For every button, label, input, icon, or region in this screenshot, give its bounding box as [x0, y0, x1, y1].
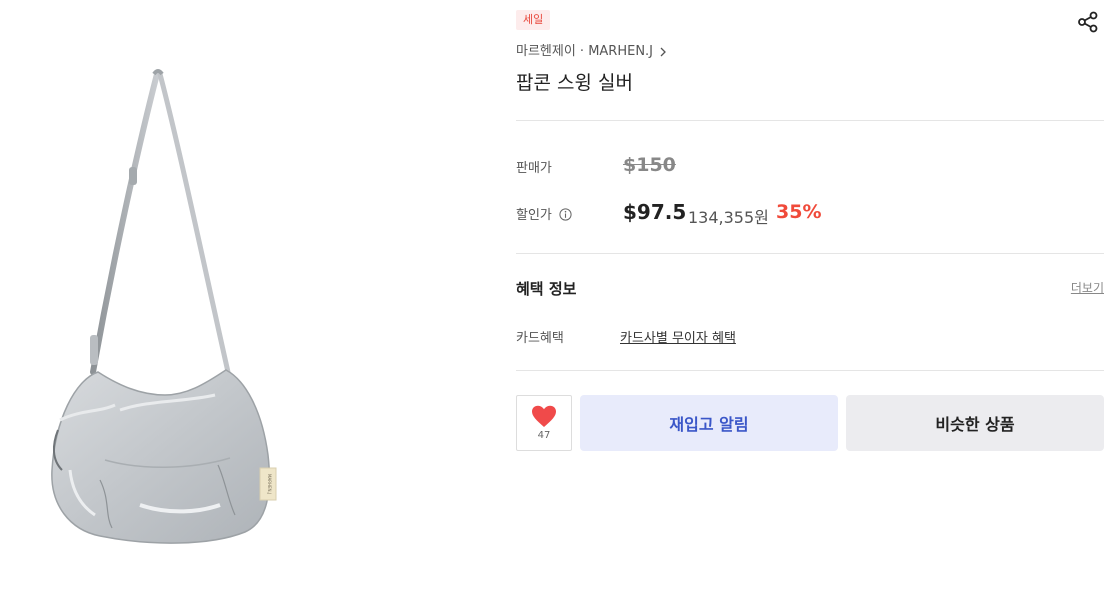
original-price-label: 판매가 [516, 161, 552, 176]
benefit-title: 혜택 정보 [516, 280, 577, 298]
sale-badge: 세일 [516, 10, 551, 30]
original-price: $150 [623, 154, 676, 176]
heart-icon [532, 405, 556, 427]
divider [516, 253, 1104, 254]
sale-price-label-row: 할인가 [516, 204, 572, 223]
card-benefit-link[interactable]: 카드사별 무이자 혜택 [620, 327, 736, 346]
bag-label-text: MARHEN.J [267, 474, 272, 494]
chevron-right-icon [660, 47, 666, 57]
product-title: 팝콘 스윙 실버 [516, 72, 633, 94]
like-count: 47 [537, 430, 551, 441]
similar-products-button[interactable]: 비슷한 상품 [846, 395, 1104, 451]
sale-price-label: 할인가 [516, 208, 552, 223]
divider [516, 120, 1104, 121]
benefit-more-link[interactable]: 더보기 [1071, 279, 1104, 296]
bag-illustration: MARHEN.J [51, 69, 277, 544]
divider [516, 370, 1104, 371]
info-icon[interactable] [559, 208, 572, 221]
like-button[interactable]: 47 [516, 395, 572, 451]
card-benefit-label: 카드혜택 [516, 331, 564, 346]
brand-link[interactable]: 마르헨제이 · MARHEN.J [516, 44, 667, 60]
brand-name: 마르헨제이 · MARHEN.J [516, 44, 654, 59]
share-button[interactable] [1077, 11, 1099, 33]
product-image[interactable]: MARHEN.J [0, 0, 500, 591]
share-icon [1078, 11, 1098, 33]
sale-price-krw: 134,355원 [688, 208, 769, 227]
discount-rate: 35% [776, 201, 822, 223]
restock-alert-button[interactable]: 재입고 알림 [580, 395, 838, 451]
sale-price: $97.5 [623, 200, 687, 224]
